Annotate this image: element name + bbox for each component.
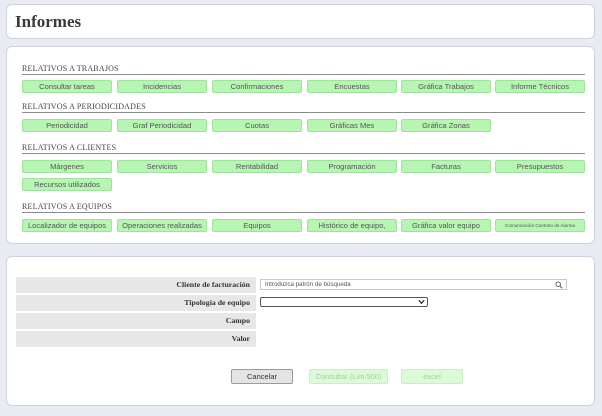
search-placeholder: Introduzca patrón de búsqueda	[265, 281, 351, 288]
section-title-trabajos: RELATIVOS A TRABAJOS	[22, 64, 119, 73]
chevron-down-icon	[418, 299, 425, 305]
page-title: Informes	[15, 12, 82, 31]
report-button-grafica-zonas[interactable]: Gráfica Zonas	[401, 119, 491, 132]
report-button-comunicacion-contrato-alarma[interactable]: Comunicación Contrato de Alarma	[495, 219, 585, 232]
report-button-rentabilidad[interactable]: Rentabilidad	[212, 160, 302, 173]
consultar-button[interactable]: Consultar (Lim 500)	[309, 369, 388, 384]
report-button-informe-tecnicos[interactable]: Informe Técnicos	[495, 80, 585, 93]
search-icon[interactable]	[555, 281, 563, 289]
report-button-graficas-mes[interactable]: Gráficas Mes	[307, 119, 397, 132]
section-divider	[22, 153, 585, 154]
report-button-periodicidad[interactable]: Periodicidad	[22, 119, 112, 132]
report-button-recursos-utilizados[interactable]: Recursos utilizados	[22, 178, 112, 191]
section-title-clientes: RELATIVOS A CLIENTES	[22, 143, 117, 152]
cancel-button[interactable]: Cancelar	[231, 369, 293, 384]
excel-button[interactable]: excel	[401, 369, 463, 384]
cliente-label: Cliente de facturación	[176, 280, 250, 289]
filter-row-tipologia: Tipología de equipo	[16, 295, 256, 311]
filter-panel: Cliente de facturación Tipología de equi…	[6, 256, 595, 406]
filter-row-valor: Valor	[16, 331, 256, 347]
report-button-programacion[interactable]: Programación	[307, 160, 397, 173]
report-button-margenes[interactable]: Márgenes	[22, 160, 112, 173]
section-divider	[22, 112, 585, 113]
report-button-grafica-trabajos[interactable]: Gráfica Trabajos	[401, 80, 491, 93]
report-button-historico-equipo[interactable]: Histórico de equipo,	[307, 219, 397, 232]
report-button-operaciones-realizadas[interactable]: Operaciones realizadas	[117, 219, 207, 232]
section-title-equipos: RELATIVOS A EQUIPOS	[22, 202, 113, 211]
cliente-search-input[interactable]: Introduzca patrón de búsqueda	[260, 279, 567, 290]
valor-label: Valor	[231, 334, 250, 343]
report-button-servicios[interactable]: Servicios	[117, 160, 207, 173]
tipologia-label: Tipología de equipo	[184, 298, 250, 307]
section-divider	[22, 212, 585, 213]
report-button-localizador-equipos[interactable]: Localizador de equipos	[22, 219, 112, 232]
filter-row-campo: Campo	[16, 313, 256, 329]
header-panel: Informes	[6, 4, 595, 39]
filter-row-cliente: Cliente de facturación	[16, 277, 256, 293]
report-button-equipos[interactable]: Equipos	[212, 219, 302, 232]
report-button-consultar-tareas[interactable]: Consultar tareas	[22, 80, 112, 93]
tipologia-select[interactable]	[260, 297, 428, 307]
report-button-incidencias[interactable]: Incidencias	[117, 80, 207, 93]
reports-panel: RELATIVOS A TRABAJOS Consultar tareas In…	[6, 46, 595, 244]
section-title-periodicidades: RELATIVOS A PERIODICIDADES	[22, 102, 146, 111]
section-divider	[22, 74, 585, 75]
report-button-graf-periodicidad[interactable]: Graf Periodicidad	[117, 119, 207, 132]
report-button-grafica-valor-equipo[interactable]: Gráfica valor equipo	[401, 219, 491, 232]
campo-label: Campo	[225, 316, 250, 325]
report-button-facturas[interactable]: Facturas	[401, 160, 491, 173]
report-button-presupuestos[interactable]: Presupuestos	[495, 160, 585, 173]
report-button-cuotas[interactable]: Cuotas	[212, 119, 302, 132]
report-button-confirmaciones[interactable]: Confirmaciones	[212, 80, 302, 93]
report-button-encuestas[interactable]: Encuestas	[307, 80, 397, 93]
